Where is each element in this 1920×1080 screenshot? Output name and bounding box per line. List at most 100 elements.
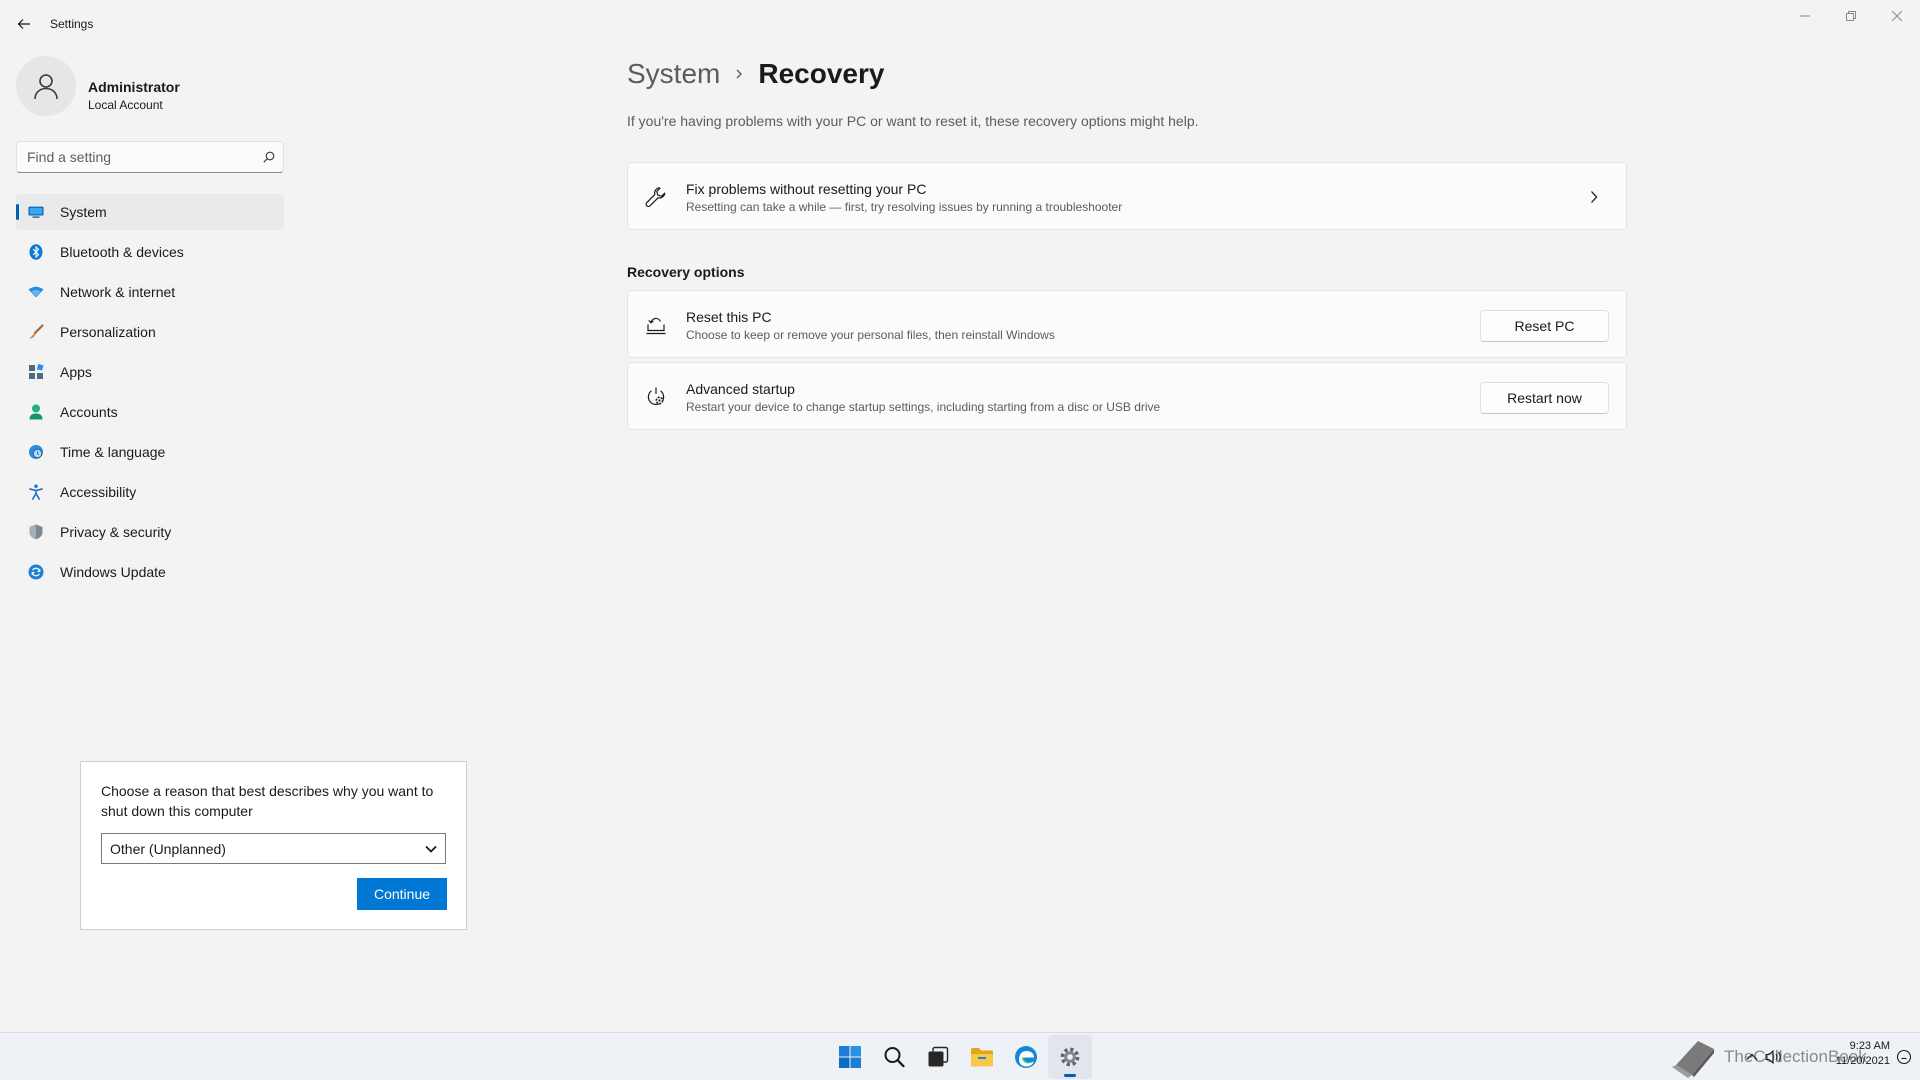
breadcrumb: System Recovery <box>627 58 884 90</box>
section-header: Recovery options <box>627 264 745 280</box>
notification-icon <box>1896 1049 1912 1065</box>
chevron-right-icon <box>1584 187 1604 207</box>
file-explorer-button[interactable] <box>960 1035 1004 1079</box>
chevron-down-icon <box>425 840 437 858</box>
restart-now-button[interactable]: Restart now <box>1480 382 1609 414</box>
sidebar-item-bluetooth-devices[interactable]: Bluetooth & devices <box>16 234 284 270</box>
taskbar-search-button[interactable] <box>872 1035 916 1079</box>
accessibility-icon <box>28 484 44 500</box>
file-explorer-icon <box>971 1048 993 1067</box>
sidebar-item-label: Accessibility <box>60 484 137 500</box>
card-description: Resetting can take a while — first, try … <box>686 200 1123 214</box>
bluetooth-icon <box>28 244 44 260</box>
card-title: Advanced startup <box>686 381 795 397</box>
minimize-icon <box>1800 15 1810 17</box>
user-profile[interactable]: Administrator Local Account <box>16 56 286 122</box>
sidebar-item-system[interactable]: System <box>16 194 284 230</box>
shutdown-reason-dropdown[interactable]: Other (Unplanned) <box>101 833 446 864</box>
advanced-startup-icon <box>644 385 668 409</box>
window-controls <box>1782 0 1920 32</box>
restore-button[interactable] <box>1828 0 1874 32</box>
sidebar-item-label: Privacy & security <box>60 524 172 540</box>
sidebar-item-label: Apps <box>60 364 92 380</box>
edge-icon <box>1015 1046 1037 1068</box>
system-icon <box>28 204 44 220</box>
title-bar: Settings <box>0 0 1920 48</box>
close-button[interactable] <box>1874 0 1920 32</box>
globe-clock-icon <box>28 444 44 460</box>
reset-pc-button[interactable]: Reset PC <box>1480 310 1609 342</box>
taskbar: TheCollectionBook 9:23 AM 11/20/2021 <box>0 1032 1920 1080</box>
sidebar-item-label: Network & internet <box>60 284 176 300</box>
reset-pc-icon <box>644 313 668 337</box>
shield-icon <box>28 524 44 540</box>
page-description: If you're having problems with your PC o… <box>627 113 1199 129</box>
shutdown-reason-dialog: Choose a reason that best describes why … <box>80 761 467 930</box>
account-type: Local Account <box>88 98 163 112</box>
back-arrow-icon <box>17 19 30 29</box>
sidebar-nav: System Bluetooth & devices Network & int… <box>16 194 284 594</box>
sidebar-item-accounts[interactable]: Accounts <box>16 394 284 430</box>
minimize-button[interactable] <box>1782 0 1828 32</box>
settings-icon <box>1060 1047 1080 1067</box>
back-button[interactable] <box>12 12 36 36</box>
sidebar-item-network-internet[interactable]: Network & internet <box>16 274 284 310</box>
person-icon <box>34 74 58 100</box>
paintbrush-icon <box>28 324 44 340</box>
sidebar-item-label: Windows Update <box>60 564 166 580</box>
system-tray: TheCollectionBook 9:23 AM 11/20/2021 <box>1660 1033 1920 1080</box>
page-title: Recovery <box>758 58 885 89</box>
sidebar-item-label: Time & language <box>60 444 166 460</box>
profile-name: Administrator <box>88 79 180 95</box>
person-icon <box>28 404 44 420</box>
speaker-icon <box>1765 1050 1781 1064</box>
task-view-button[interactable] <box>916 1035 960 1079</box>
edge-browser-button[interactable] <box>1004 1035 1048 1079</box>
taskbar-icons <box>828 1033 1092 1080</box>
advanced-startup-card: Advanced startup Restart your device to … <box>627 362 1627 430</box>
start-icon <box>839 1046 861 1068</box>
breadcrumb-parent[interactable]: System <box>627 58 720 90</box>
show-hidden-icons-button[interactable] <box>1744 1049 1760 1065</box>
card-description: Restart your device to change startup se… <box>686 400 1161 414</box>
wifi-icon <box>28 284 44 300</box>
card-description: Choose to keep or remove your personal f… <box>686 328 1055 342</box>
notification-center-button[interactable] <box>1894 1047 1914 1067</box>
apps-icon <box>28 364 44 380</box>
dialog-prompt: Choose a reason that best describes why … <box>101 783 434 819</box>
search-icon <box>884 1047 905 1068</box>
app-title: Settings <box>50 17 94 31</box>
card-title: Reset this PC <box>686 309 772 325</box>
clock-time: 9:23 AM <box>1849 1040 1890 1052</box>
wrench-icon <box>644 185 668 209</box>
fix-problems-card[interactable]: Fix problems without resetting your PC R… <box>627 162 1627 230</box>
close-icon <box>1892 11 1902 21</box>
book-icon <box>1672 1041 1714 1078</box>
restore-icon <box>1846 11 1856 21</box>
search-input[interactable] <box>17 149 255 165</box>
reset-pc-card: Reset this PC Choose to keep or remove y… <box>627 290 1627 358</box>
sidebar-item-privacy-security[interactable]: Privacy & security <box>16 514 284 550</box>
settings-app-button[interactable] <box>1048 1035 1092 1079</box>
search-icon[interactable] <box>255 143 283 171</box>
task-view-icon <box>928 1046 949 1067</box>
avatar <box>16 56 76 116</box>
sidebar-item-windows-update[interactable]: Windows Update <box>16 554 284 590</box>
sidebar-item-label: System <box>60 204 107 220</box>
search-box <box>16 141 284 173</box>
update-icon <box>28 564 44 580</box>
sidebar-item-label: Bluetooth & devices <box>60 244 184 260</box>
sidebar-item-personalization[interactable]: Personalization <box>16 314 284 350</box>
sidebar-item-accessibility[interactable]: Accessibility <box>16 474 284 510</box>
sidebar-item-time-language[interactable]: Time & language <box>16 434 284 470</box>
sidebar-item-label: Personalization <box>60 324 156 340</box>
sidebar-item-apps[interactable]: Apps <box>16 354 284 390</box>
clock-date: 11/20/2021 <box>1835 1055 1890 1067</box>
sidebar-item-label: Accounts <box>60 404 118 420</box>
volume-button[interactable] <box>1764 1047 1784 1067</box>
clock[interactable]: 9:23 AM 11/20/2021 <box>1800 1039 1890 1069</box>
chevron-right-icon <box>734 68 744 80</box>
continue-button[interactable]: Continue <box>357 878 447 910</box>
start-button[interactable] <box>828 1035 872 1079</box>
selected-reason: Other (Unplanned) <box>110 840 226 857</box>
